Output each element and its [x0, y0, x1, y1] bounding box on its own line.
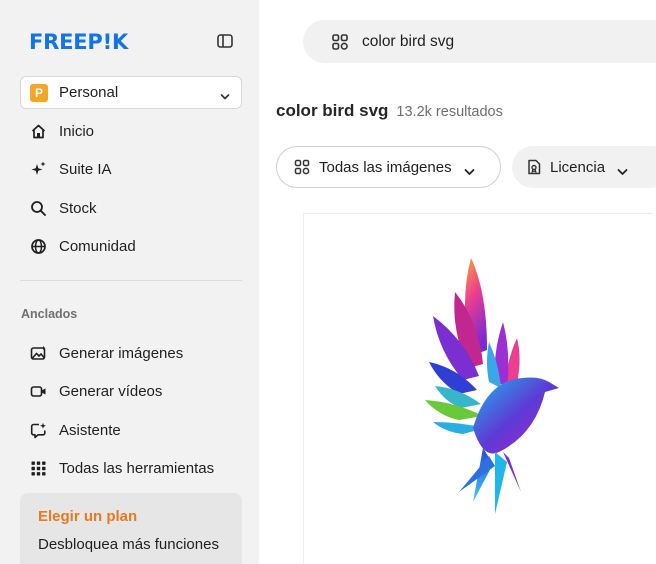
- plan-upgrade-card[interactable]: Elegir un plan Desbloquea más funciones: [20, 493, 242, 564]
- filter-license[interactable]: Licencia: [512, 146, 656, 188]
- license-icon: [527, 159, 541, 175]
- nav-item-stock[interactable]: Stock: [29, 196, 97, 220]
- nav-item-suite-ia[interactable]: Suite IA: [29, 157, 112, 181]
- plan-description: Desbloquea más funciones: [38, 536, 219, 553]
- search-input[interactable]: color bird svg: [362, 33, 454, 51]
- plan-title[interactable]: Elegir un plan: [38, 508, 137, 525]
- results-count: 13.2k resultados: [396, 104, 503, 120]
- pinned-section-label: Anclados: [21, 307, 78, 321]
- filter-label: Todas las imágenes: [319, 158, 452, 176]
- search-icon: [29, 199, 47, 217]
- result-card[interactable]: [303, 213, 653, 564]
- filter-label: Licencia: [550, 158, 606, 176]
- chevron-down-icon: [220, 88, 230, 100]
- workspace-badge: P: [30, 83, 48, 102]
- image-generate-icon: [29, 344, 47, 362]
- sidebar: FREEP!K P Personal Inicio Suite IA Stock…: [0, 0, 259, 564]
- chevron-down-icon: [464, 163, 475, 175]
- sparkle-icon: [29, 160, 47, 178]
- search-bar[interactable]: color bird svg: [303, 20, 656, 63]
- nav-label: Suite IA: [59, 160, 112, 178]
- color-bird-image[interactable]: [399, 252, 564, 524]
- results-title: color bird svg: [276, 101, 389, 120]
- globe-icon: [29, 237, 47, 255]
- nav-label: Stock: [59, 199, 97, 217]
- freepik-logo[interactable]: FREEP!K: [29, 30, 128, 54]
- asset-type-icon: [294, 159, 310, 175]
- nav-label: Todas las herramientas: [59, 459, 215, 477]
- sidebar-divider: [20, 280, 242, 281]
- nav-label: Inicio: [59, 122, 95, 140]
- chevron-down-icon: [617, 163, 628, 175]
- grid-dots-icon: [29, 459, 47, 477]
- main-content: color bird svg color bird svg 13.2k resu…: [259, 0, 656, 564]
- nav-label: Asistente: [59, 421, 121, 439]
- sidebar-toggle-icon[interactable]: [216, 33, 234, 49]
- nav-item-todas-las-herramientas[interactable]: Todas las herramientas: [29, 456, 214, 480]
- nav-item-generar-videos[interactable]: Generar vídeos: [29, 379, 162, 403]
- filter-all-images[interactable]: Todas las imágenes: [276, 146, 501, 188]
- nav-item-asistente[interactable]: Asistente: [29, 418, 121, 442]
- search-grid-icon: [331, 33, 349, 51]
- home-icon: [29, 122, 47, 140]
- nav-label: Generar vídeos: [59, 382, 163, 400]
- nav-label: Comunidad: [59, 237, 136, 255]
- workspace-selector[interactable]: P Personal: [20, 76, 242, 109]
- results-heading: color bird svg 13.2k resultados: [276, 101, 503, 121]
- assistant-icon: [29, 421, 47, 439]
- workspace-label: Personal: [59, 84, 119, 101]
- nav-item-inicio[interactable]: Inicio: [29, 119, 94, 143]
- video-generate-icon: [29, 382, 47, 400]
- nav-label: Generar imágenes: [59, 344, 184, 362]
- nav-item-generar-imagenes[interactable]: Generar imágenes: [29, 341, 183, 365]
- nav-item-comunidad[interactable]: Comunidad: [29, 234, 136, 258]
